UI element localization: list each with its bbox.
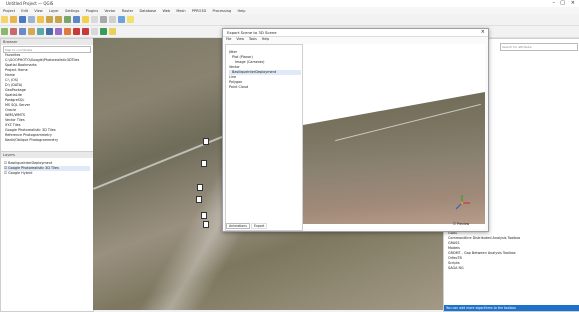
- sum-icon[interactable]: [109, 16, 116, 23]
- toolbar-row-1: [0, 14, 579, 26]
- layers-panel: Layers ☑ BasiliqueInterDeployment ☑ Goog…: [0, 151, 94, 312]
- maximize-icon[interactable]: □: [560, 0, 565, 6]
- zoom-in-icon[interactable]: [46, 16, 53, 23]
- add-spatialite-icon[interactable]: [37, 28, 44, 35]
- measure-icon[interactable]: [100, 16, 107, 23]
- toolbox-item[interactable]: SAGA NG: [448, 266, 576, 271]
- select-icon[interactable]: [82, 16, 89, 23]
- attribute-search-input[interactable]: Search for attribute: [500, 43, 578, 51]
- dialog-tabs: Animations Export: [226, 223, 302, 229]
- map-marker[interactable]: [196, 196, 202, 203]
- layers-tree: ☑ BasiliqueInterDeployment ☑ Google Phot…: [4, 161, 90, 176]
- layers-panel-title: Layers: [1, 152, 93, 158]
- pan-icon[interactable]: [37, 16, 44, 23]
- add-raster-icon[interactable]: [10, 28, 17, 35]
- browser-panel-title: Browser: [1, 39, 93, 45]
- dialog-menu-tools[interactable]: Tools: [249, 37, 257, 41]
- add-mesh-icon[interactable]: [19, 28, 26, 35]
- window-title: Untitled Project — QGIS: [6, 1, 54, 6]
- dialog-close-icon[interactable]: ×: [481, 29, 485, 35]
- map-marker[interactable]: [203, 138, 209, 145]
- menubar: Project Edit View Layer Settings Plugins…: [0, 7, 579, 14]
- map-marker[interactable]: [201, 160, 207, 167]
- preview-label[interactable]: ☑ Preview: [453, 222, 469, 226]
- search-placeholder: Map to coordinate: [5, 48, 33, 52]
- add-vector-icon[interactable]: [1, 28, 8, 35]
- map-tips-icon[interactable]: [118, 16, 125, 23]
- map-marker[interactable]: [201, 212, 207, 219]
- python-console-icon[interactable]: [109, 28, 116, 35]
- dialog-title: Export Scene to 3D Scene: [227, 30, 277, 35]
- minimize-icon[interactable]: –: [553, 0, 556, 6]
- identify-icon[interactable]: [73, 16, 80, 23]
- dialog-tree-item[interactable]: Point Cloud: [229, 85, 301, 90]
- axis-gizmo-icon[interactable]: [453, 194, 471, 212]
- map-marker[interactable]: [197, 184, 203, 191]
- add-postgis-icon[interactable]: [46, 28, 53, 35]
- tab-animations[interactable]: Animations: [226, 223, 250, 229]
- add-wms-icon[interactable]: [55, 28, 62, 35]
- attribute-search-placeholder: Search for attribute: [502, 45, 532, 49]
- browser-tree: Favorites C:\GOOPHOTO\Google\Photorealis…: [5, 53, 91, 143]
- open-project-icon[interactable]: [10, 16, 17, 23]
- search-input[interactable]: Map to coordinate: [3, 46, 91, 53]
- label-icon[interactable]: [91, 28, 98, 35]
- attribute-table-icon[interactable]: [91, 16, 98, 23]
- print-layout-icon[interactable]: [28, 16, 35, 23]
- annotation-icon[interactable]: [127, 16, 134, 23]
- tab-export[interactable]: Export: [250, 223, 268, 229]
- dialog-menu-view[interactable]: View: [236, 37, 244, 41]
- map-marker[interactable]: [203, 221, 209, 228]
- dialog-menu-help[interactable]: Help: [262, 37, 269, 41]
- layer-item[interactable]: ☑ Google Hybrid: [4, 171, 90, 176]
- export-dialog: Export Scene to 3D Scene × File View Too…: [222, 28, 489, 232]
- new-project-icon[interactable]: [1, 16, 8, 23]
- save-project-icon[interactable]: [19, 16, 26, 23]
- 3d-view-icon[interactable]: [100, 28, 107, 35]
- browser-item[interactable]: Nadir/Oblique Photogrammetry: [5, 138, 91, 143]
- node-tool-icon[interactable]: [82, 28, 89, 35]
- dialog-tree-items: Jitter Plot (Planar) Image (Cameras) Vec…: [229, 50, 301, 90]
- edit-icon[interactable]: [73, 28, 80, 35]
- close-icon[interactable]: ×: [571, 0, 575, 6]
- dialog-titlebar: Export Scene to 3D Scene ×: [223, 29, 488, 37]
- dialog-layer-tree: Jitter Plot (Planar) Image (Cameras) Vec…: [225, 44, 303, 231]
- dialog-menu-file[interactable]: File: [226, 37, 231, 41]
- zoom-full-icon[interactable]: [64, 16, 71, 23]
- status-banner[interactable]: You can add more algorithms to the toolb…: [444, 305, 579, 311]
- browser-panel: Browser Map to coordinate Favorites C:\G…: [0, 38, 94, 152]
- add-delimited-icon[interactable]: [28, 28, 35, 35]
- status-text: You can add more algorithms to the toolb…: [446, 306, 516, 310]
- 3d-preview[interactable]: ☑ Preview: [303, 44, 485, 229]
- digitize-icon[interactable]: [64, 28, 71, 35]
- dialog-menubar: File View Tools Help: [223, 37, 491, 42]
- zoom-out-icon[interactable]: [55, 16, 62, 23]
